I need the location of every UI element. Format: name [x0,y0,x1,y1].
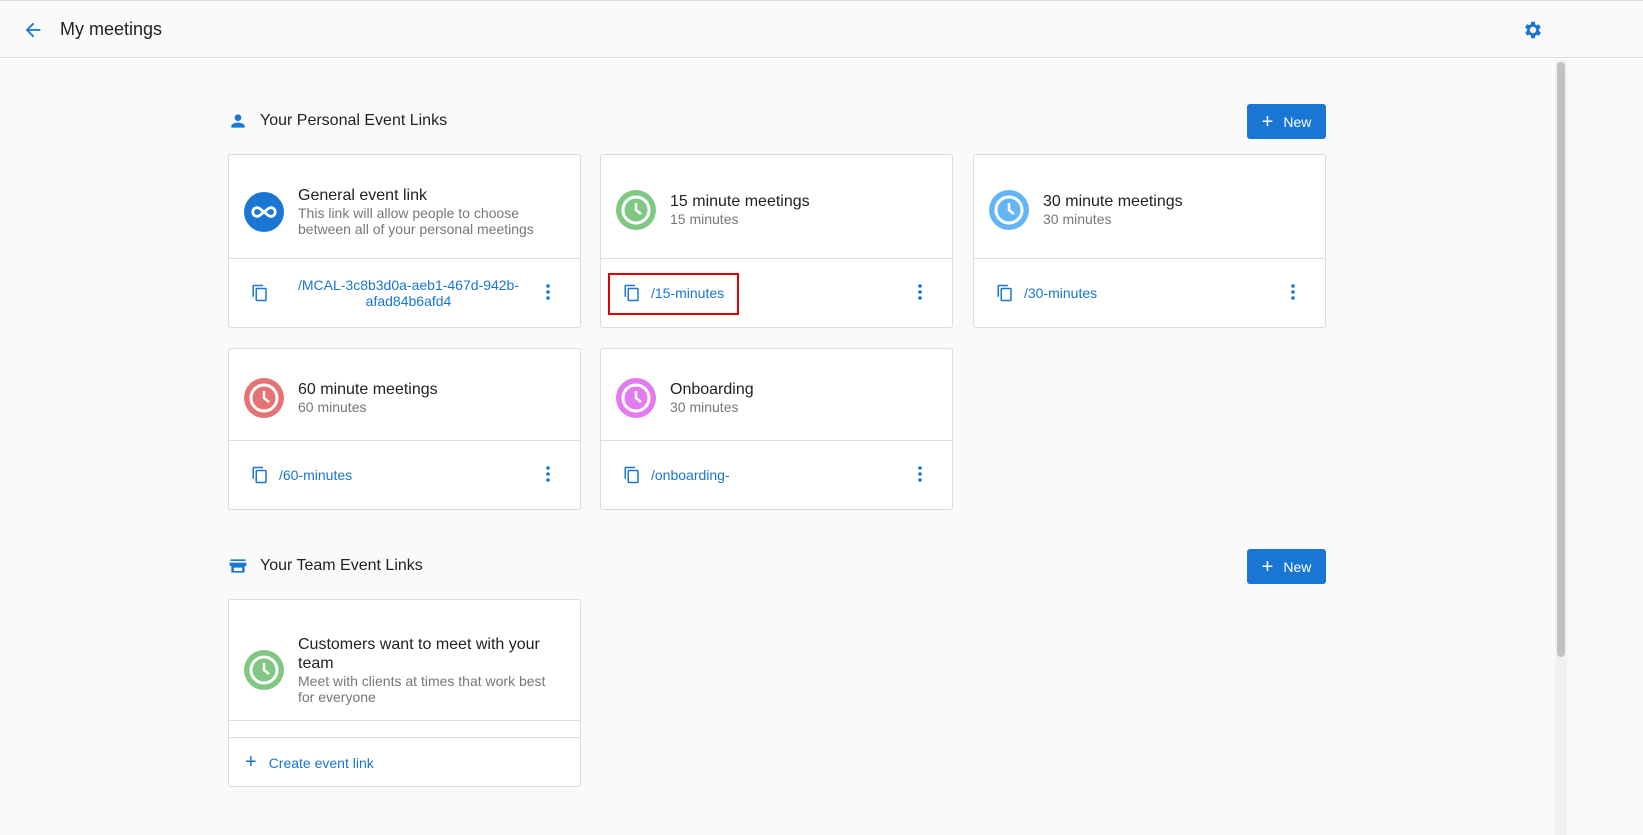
section-title: Your Team Event Links [260,557,423,574]
clock-icon [244,377,284,418]
team-section-heading: Your Team Event Links [228,556,423,576]
card-header: 60 minute meetings 60 minutes [229,349,580,441]
card-header: Onboarding 30 minutes [601,349,952,441]
new-personal-event-button[interactable]: + New [1247,104,1326,139]
card-title: Customers want to meet with your team [298,636,540,672]
more-options-icon[interactable] [910,465,930,485]
card-subtitle: 60 minutes [298,399,367,415]
divider [229,721,580,738]
clock-icon [244,650,284,690]
gear-icon[interactable] [1522,19,1544,41]
new-team-event-button[interactable]: + New [1247,549,1326,584]
personal-section-heading: Your Personal Event Links [228,111,447,131]
button-label: New [1283,113,1312,130]
card-title: 60 minute meetings [298,381,438,398]
card-title: Onboarding [670,381,754,398]
card-footer: /30-minutes [974,259,1325,327]
clock-icon [616,189,656,230]
card-footer: /60-minutes [229,441,580,509]
clock-icon [616,377,656,418]
card-header: General event link This link will allow p… [229,155,580,259]
section-title: Your Personal Event Links [260,112,448,129]
store-icon [229,559,247,573]
event-card[interactable]: 60 minute meetings 60 minutes /60-minutes [228,348,581,510]
card-footer: /onboarding- [601,441,952,509]
copy-icon[interactable] [996,284,1014,302]
more-options-icon[interactable] [1283,283,1303,303]
card-title: General event link [298,187,427,204]
team-event-card[interactable]: Customers want to meet with your team Mee… [228,599,581,787]
more-options-icon[interactable] [538,283,558,303]
card-header: Customers want to meet with your team Mee… [229,600,580,721]
card-footer: /MCAL-3c8b3d0a-aeb1-467d-942b-afad84b6af… [229,259,580,327]
plus-icon: + [1261,555,1274,578]
scrollbar-thumb[interactable] [1557,62,1565,657]
button-label: New [1283,558,1312,575]
event-link[interactable]: /onboarding- [641,467,910,483]
event-link[interactable]: /MCAL-3c8b3d0a-aeb1-467d-942b-afad84b6af… [269,277,538,309]
infinity-icon [244,191,284,232]
app-header: My meetings [0,0,1643,58]
event-link[interactable]: /60-minutes [269,467,538,483]
highlight-box [608,273,739,315]
copy-icon[interactable] [251,466,269,484]
copy-icon[interactable] [251,284,269,302]
person-icon [231,114,245,128]
card-subtitle: Meet with clients at times that work bes… [298,673,546,705]
plus-icon: + [245,751,257,773]
create-event-link-button[interactable]: + Create event link [229,738,580,787]
button-label: Create event link [268,754,374,771]
card-subtitle: 30 minutes [1043,211,1112,227]
card-subtitle: 30 minutes [670,399,739,415]
card-header: 30 minute meetings 30 minutes [974,155,1325,259]
event-card[interactable]: 30 minute meetings 30 minutes /30-minutes [973,154,1326,328]
scrollbar[interactable] [1555,60,1567,835]
card-title: 15 minute meetings [670,193,810,210]
copy-icon[interactable] [623,466,641,484]
card-header: 15 minute meetings 15 minutes [601,155,952,259]
back-arrow-icon[interactable] [22,19,44,41]
more-options-icon[interactable] [538,465,558,485]
card-title: 30 minute meetings [1043,193,1183,210]
card-subtitle: This link will allow people to choose be… [298,205,534,237]
event-card[interactable]: General event link This link will allow p… [228,154,581,328]
event-card[interactable]: Onboarding 30 minutes /onboarding- [600,348,953,510]
card-subtitle: 15 minutes [670,211,739,227]
event-link[interactable]: /30-minutes [1014,285,1283,301]
page-title: My meetings [60,19,163,39]
more-options-icon[interactable] [910,283,930,303]
plus-icon: + [1261,110,1274,133]
clock-icon [989,189,1029,230]
